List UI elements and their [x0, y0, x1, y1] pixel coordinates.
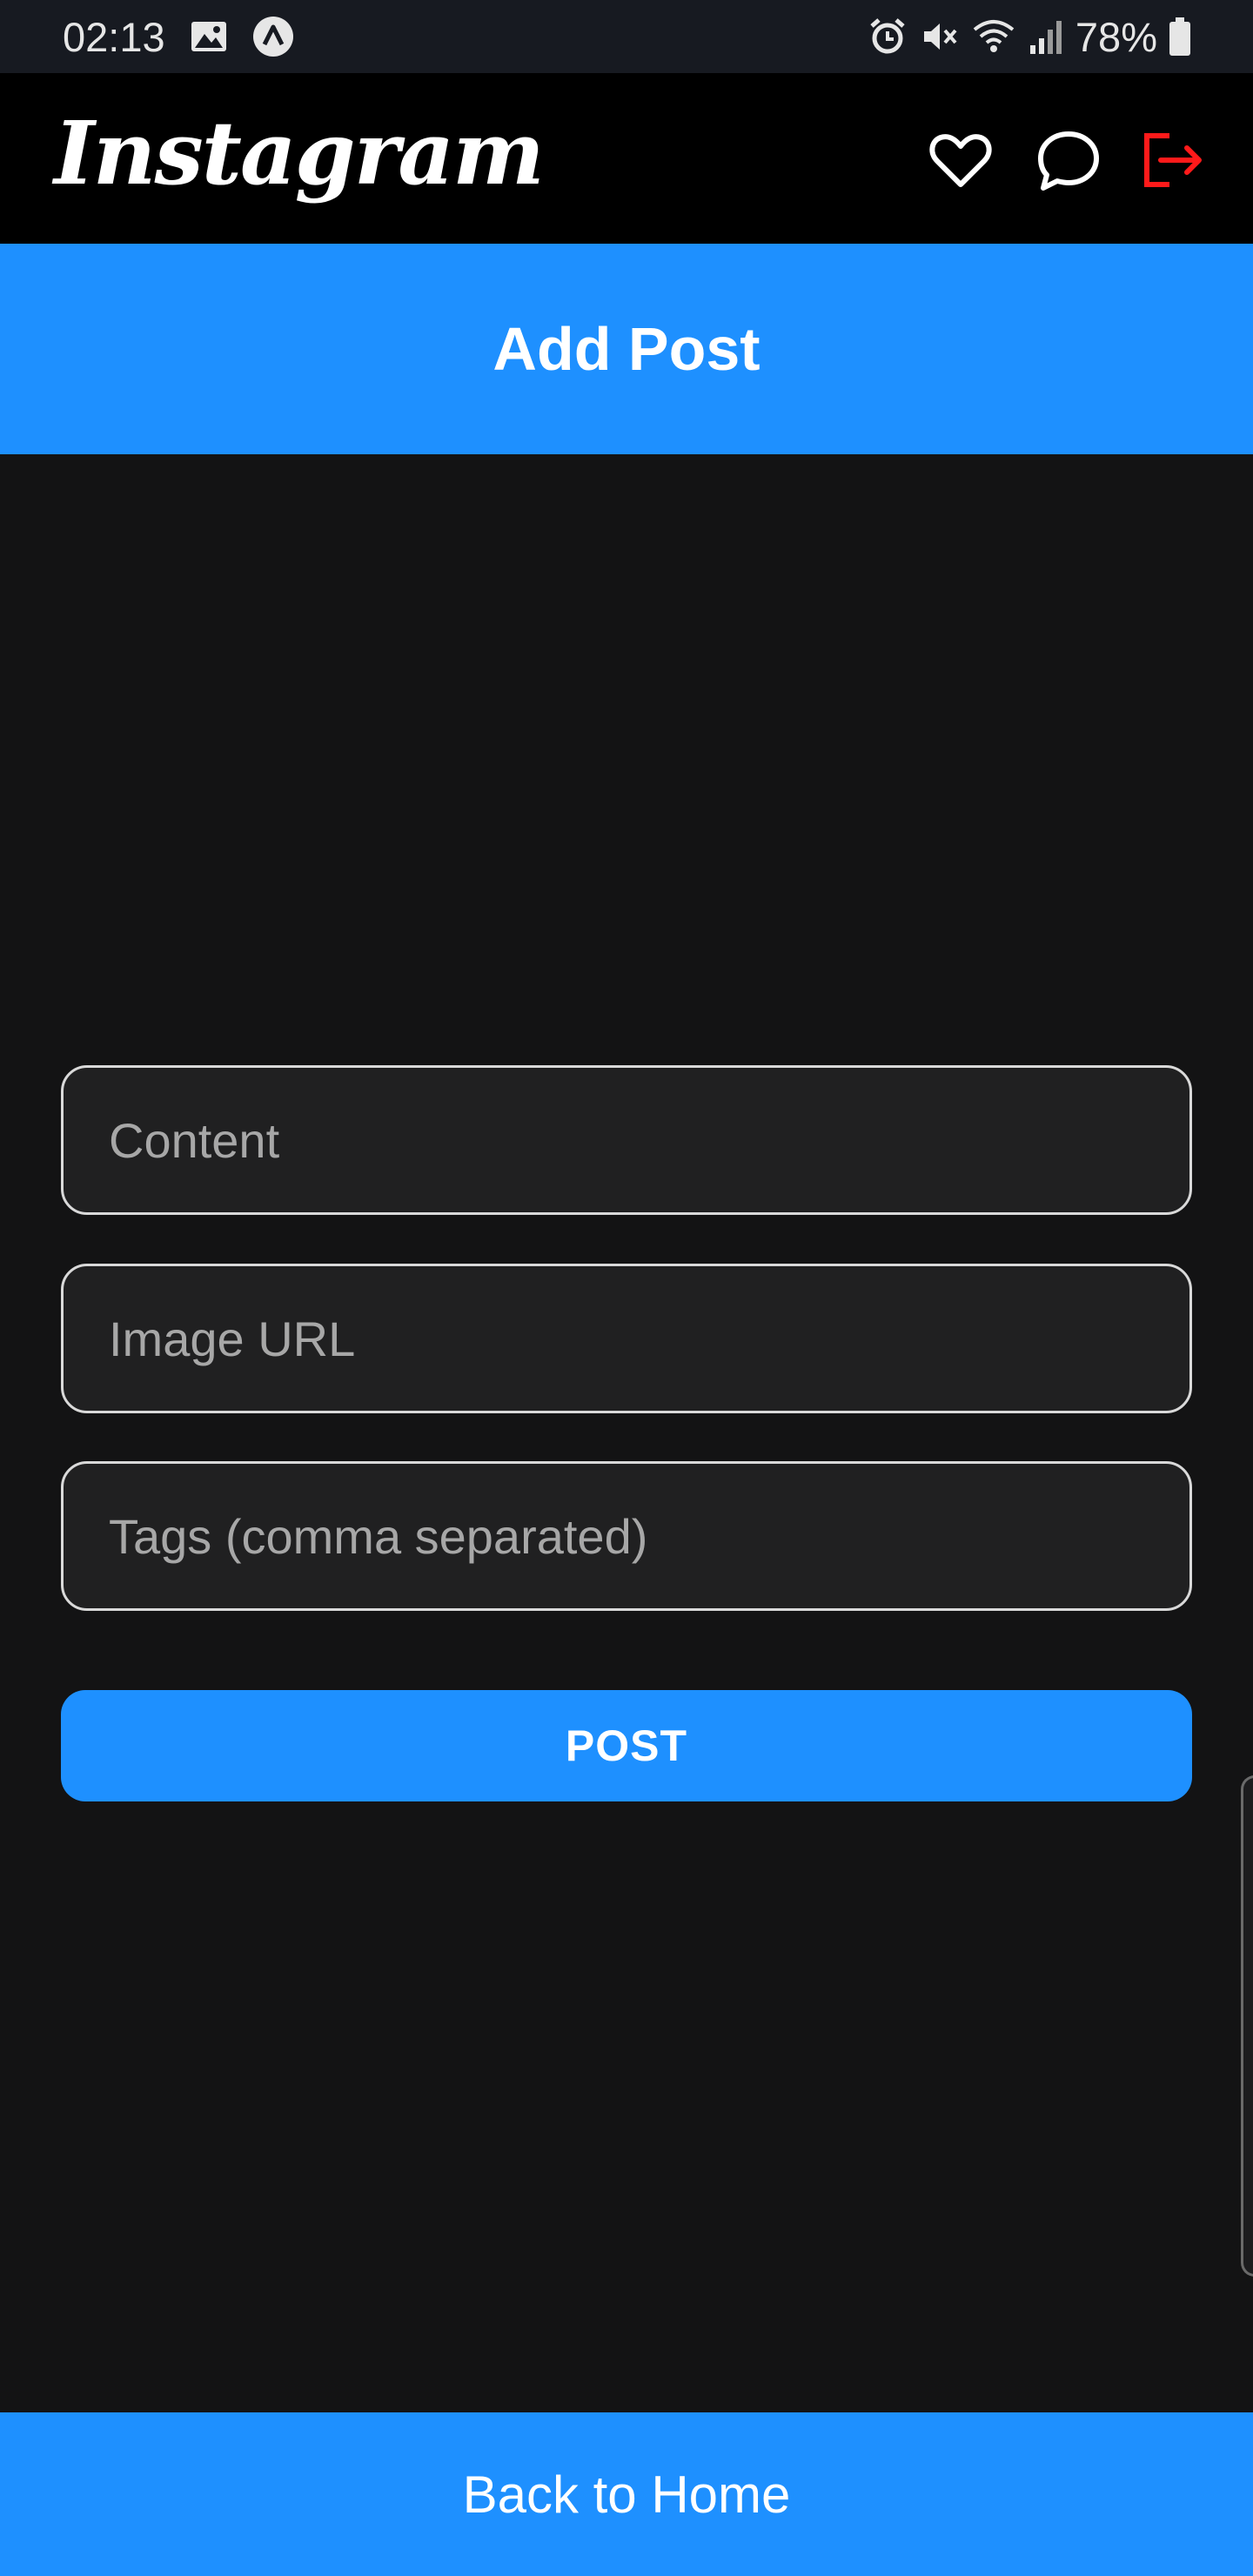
battery-percent: 78%: [1075, 13, 1157, 60]
logout-icon[interactable]: [1140, 127, 1206, 193]
heart-icon[interactable]: [928, 127, 994, 193]
signal-icon: [1027, 16, 1065, 57]
post-button[interactable]: POST: [61, 1690, 1192, 1801]
mute-icon: [919, 16, 961, 57]
gallery-icon: [190, 20, 228, 53]
status-time: 02:13: [63, 13, 165, 60]
tags-input[interactable]: [107, 1506, 1189, 1566]
assistant-icon: [252, 16, 294, 57]
tags-field[interactable]: [61, 1461, 1192, 1611]
image-url-input[interactable]: [107, 1309, 1189, 1368]
scrollbar-thumb[interactable]: [1241, 1775, 1253, 2277]
content-input[interactable]: [107, 1110, 1189, 1170]
message-icon[interactable]: [1035, 127, 1102, 193]
app-logo[interactable]: Instagram: [54, 110, 545, 197]
top-nav: Instagram: [0, 73, 1253, 244]
image-url-field[interactable]: [61, 1264, 1192, 1413]
page-header: Add Post: [0, 244, 1253, 454]
alarm-icon: [867, 16, 908, 57]
status-bar: 02:13 78%: [0, 0, 1253, 73]
battery-icon: [1168, 16, 1192, 57]
back-to-home-button[interactable]: Back to Home: [0, 2412, 1253, 2576]
back-to-home-label: Back to Home: [462, 2465, 791, 2524]
content-field[interactable]: [61, 1065, 1192, 1215]
wifi-icon: [971, 16, 1016, 57]
page-title: Add Post: [492, 315, 761, 383]
